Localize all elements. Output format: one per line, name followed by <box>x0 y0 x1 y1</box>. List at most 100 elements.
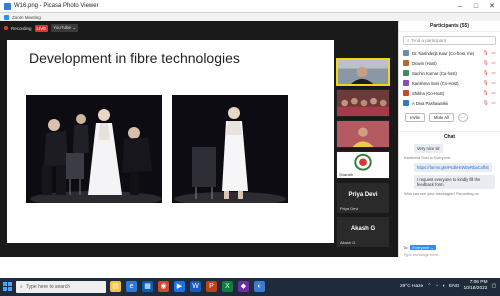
participant-row[interactable]: A Dina Pashawarkii 🎙 ▭ <box>399 98 500 108</box>
participant-row[interactable]: Dr. Narinderjit Kaur (Co-host, me) 🎙 ▭ <box>399 48 500 58</box>
participant-name: Dravin (Host) <box>412 60 437 66</box>
chevron-up-icon[interactable]: ⌃ <box>427 284 431 289</box>
mute-all-button[interactable]: Mute All <box>429 113 454 122</box>
tile-caption: Sharath <box>339 172 354 177</box>
recording-label: Recording <box>11 25 32 31</box>
network-icon[interactable]: ◔ <box>435 284 438 289</box>
side-panel: Participants (55) ⌕ Find a participant D… <box>398 21 500 257</box>
participant-name: Karishma Soni (Co-Host) <box>412 80 459 86</box>
excel-icon[interactable]: X <box>222 281 233 292</box>
volume-icon[interactable]: ◖ <box>442 284 445 289</box>
avatar <box>403 70 409 76</box>
weather-status[interactable]: 29°C Haze <box>400 284 423 289</box>
video-tile-active-speaker[interactable] <box>336 58 390 86</box>
clock-date: 10/18/2022 <box>463 286 488 291</box>
avatar <box>403 80 409 86</box>
video-off-icon: ▭ <box>491 100 496 105</box>
video-tile-sharath[interactable]: Sharath <box>336 151 390 179</box>
word-icon[interactable]: W <box>190 281 201 292</box>
avatar <box>403 100 409 106</box>
chat-visibility-note: Who can see your messages? Recording on <box>404 192 479 196</box>
avatar <box>403 50 409 56</box>
video-tile-presenter[interactable] <box>336 120 390 148</box>
shared-slide: Development in fibre technologies <box>7 40 334 243</box>
close-button[interactable]: ✕ <box>484 0 500 13</box>
participant-row[interactable]: Shikha (Co-Host) 🎙 ▭ <box>399 88 500 98</box>
video-off-icon: ▭ <box>491 70 496 75</box>
picasa-app-icon <box>4 2 11 10</box>
participant-name: Sachin Kumar (Co-host) <box>412 70 457 76</box>
participant-row[interactable]: Karishma Soni (Co-Host) 🎙 ▭ <box>399 78 500 88</box>
system-tray: 29°C Haze ⌃ ◔ ◖ ENG 7:06 PM 10/18/2022 ▢ <box>400 280 496 292</box>
taskbar-search-text: Type here to search <box>25 284 71 290</box>
video-tile-audience[interactable] <box>336 89 390 117</box>
search-icon: ⌕ <box>407 38 410 43</box>
participant-search-input[interactable]: ⌕ Find a participant <box>403 36 496 45</box>
video-off-icon: ▭ <box>491 50 496 55</box>
video-off-icon: ▭ <box>491 60 496 65</box>
taskbar-search-box[interactable]: ⌕ Type here to search <box>16 281 106 293</box>
chat-header: Chat <box>399 131 500 141</box>
maximize-button[interactable]: □ <box>468 0 484 13</box>
chat-message: https://forms.gle/Px3kHtW8eRbaCxfhE <box>399 162 500 172</box>
recording-dot-icon <box>4 26 8 30</box>
mic-muted-icon: 🎙 <box>483 100 489 105</box>
minimize-button[interactable]: – <box>452 0 468 13</box>
chat-input[interactable]: Type message here... <box>403 252 441 257</box>
invite-button[interactable]: Invite <box>405 113 426 122</box>
powerpoint-icon[interactable]: P <box>206 281 217 292</box>
start-button[interactable] <box>3 282 13 292</box>
notifications-icon[interactable]: ▢ <box>491 284 496 289</box>
participants-header: Participants (55) <box>399 21 500 32</box>
zoom-app-icon <box>4 14 9 20</box>
zoom-window-title: Zoom Meeting <box>12 14 41 20</box>
app-icon[interactable]: ◆ <box>238 281 249 292</box>
video-tile-akash-g[interactable]: Akash G Akash G <box>336 216 390 248</box>
participant-row[interactable]: Sachin Kumar (Co-host) 🎙 ▭ <box>399 68 500 78</box>
language-indicator[interactable]: ENG <box>449 284 459 289</box>
taskbar-apps: ▤ e ▦ ◉ ▶ W P X ◆ ◐ <box>110 281 265 292</box>
more-options-button[interactable]: ··· <box>457 113 469 122</box>
slide-photo-spray-dress-group <box>26 95 162 203</box>
recipient-select[interactable]: Everyone ⌄ <box>410 245 436 250</box>
chat-recipient: To: Everyone ⌄ <box>403 245 436 250</box>
participant-row[interactable]: Dravin (Host) 🎙 ▭ <box>399 58 500 68</box>
mic-muted-icon: 🎙 <box>483 90 489 95</box>
tile-name-large: Akash G <box>350 226 376 232</box>
video-off-icon: ▭ <box>491 80 496 85</box>
chat-notice: Who can see your messages? Recording on <box>399 191 500 196</box>
windows-taskbar: ⌕ Type here to search ▤ e ▦ ◉ ▶ W P X ◆ … <box>0 278 500 296</box>
to-label: To: <box>403 245 409 250</box>
edge-browser-icon[interactable]: e <box>126 281 137 292</box>
file-explorer-icon[interactable]: ▤ <box>110 281 121 292</box>
tile-name-large: Priya Devi <box>348 192 378 198</box>
participant-name: Dr. Narinderjit Kaur (Co-host, me) <box>412 50 475 56</box>
window-title: W16.png - Picasa Photo Viewer <box>14 3 99 9</box>
mic-muted-icon: 🎙 <box>483 70 489 75</box>
youtube-stream-button[interactable]: YouTube ⌄ <box>51 24 78 32</box>
mic-muted-icon: 🎙 <box>483 80 489 85</box>
zoom-icon[interactable]: ▶ <box>174 281 185 292</box>
recording-status: Recording LIVE YouTube ⌄ <box>4 24 78 32</box>
slide-photo-spray-dress-model <box>172 95 288 203</box>
avatar <box>403 90 409 96</box>
clock[interactable]: 7:06 PM 10/18/2022 <box>463 280 487 292</box>
store-icon[interactable]: ▦ <box>142 281 153 292</box>
zoom-window-bar: Zoom Meeting <box>0 13 500 21</box>
avatar <box>403 60 409 66</box>
tile-name-small: Priya Devi <box>340 206 359 211</box>
live-badge[interactable]: LIVE <box>34 24 49 32</box>
participant-name: A Dina Pashawarkii <box>412 100 449 106</box>
chat-from: Karishma Soni to Everyone: <box>404 156 452 160</box>
tile-name-small: Akash G <box>340 240 356 245</box>
search-icon: ⌕ <box>20 284 23 290</box>
chat-link[interactable]: https://forms.gle/Px3kHtW8eRbaCxfhE <box>414 163 493 172</box>
chrome-icon[interactable]: ◉ <box>158 281 169 292</box>
video-tile-priya-devi[interactable]: Priya Devi Priya Devi <box>336 182 390 214</box>
participant-name: Shikha (Co-Host) <box>412 90 445 96</box>
window-titlebar: W16.png - Picasa Photo Viewer – □ ✕ <box>0 0 500 13</box>
chat-message: I request everyone to kindly fill the fe… <box>399 174 500 189</box>
chat-sender: Karishma Soni to Everyone: <box>399 155 500 160</box>
picasa-icon[interactable]: ◐ <box>254 281 265 292</box>
mic-muted-icon: 🎙 <box>483 50 489 55</box>
